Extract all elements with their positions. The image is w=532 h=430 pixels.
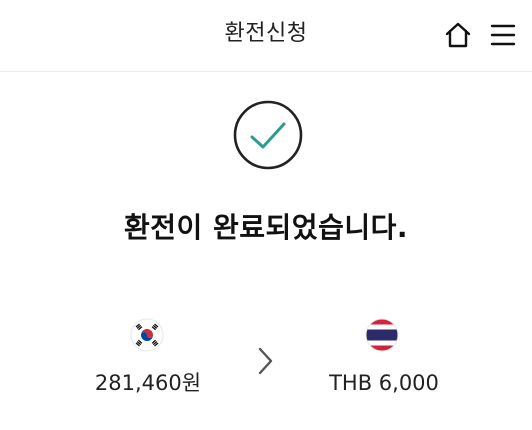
app-header: 환전신청 — [0, 0, 532, 72]
chevron-right-icon — [258, 347, 273, 375]
home-button[interactable] — [442, 19, 474, 51]
home-icon — [445, 22, 471, 48]
hamburger-menu-icon — [490, 24, 516, 46]
to-amount: THB 6,000 — [329, 371, 439, 395]
menu-button[interactable] — [487, 19, 519, 51]
korea-flag-icon — [130, 318, 164, 352]
completion-message: 환전이 완료되었습니다. — [124, 211, 408, 244]
check-circle-icon — [233, 100, 303, 170]
from-amount: 281,460원 — [94, 371, 202, 395]
thailand-flag-icon — [365, 318, 399, 352]
exchange-complete-screen: 환전신청 환전이 완료되었습니다. 281,460원 THB 6,000 — [0, 0, 532, 430]
